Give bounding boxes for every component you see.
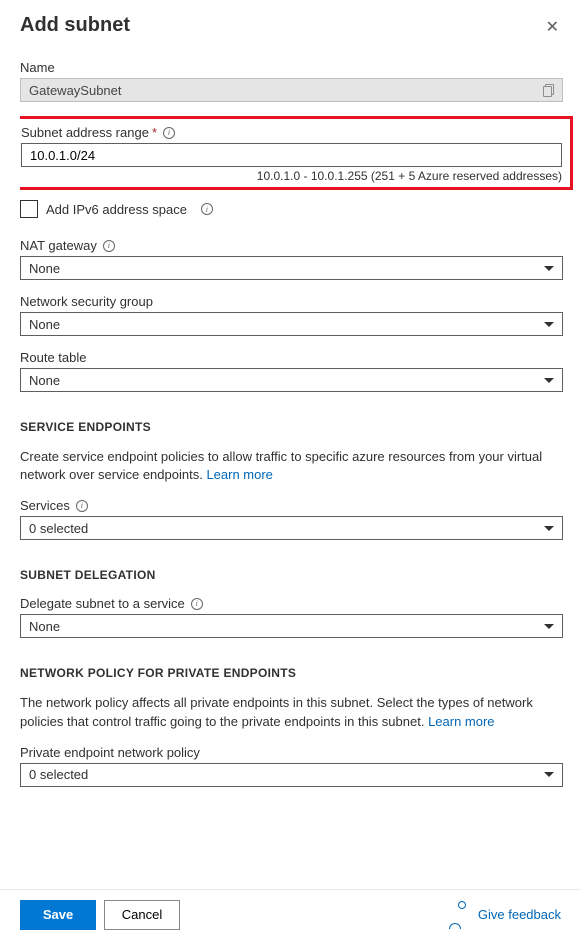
ipv6-checkbox[interactable] [20, 200, 38, 218]
service-endpoints-heading: SERVICE ENDPOINTS [20, 420, 563, 434]
feedback-icon [458, 900, 472, 930]
subnet-delegation-heading: SUBNET DELEGATION [20, 568, 563, 582]
delegate-label: Delegate subnet to a service [20, 596, 185, 611]
footer-bar: Save Cancel Give feedback [0, 889, 581, 939]
chevron-down-icon [544, 772, 554, 777]
nsg-value: None [29, 317, 60, 332]
chevron-down-icon [544, 624, 554, 629]
subnet-range-label: Subnet address range [21, 125, 149, 140]
info-icon[interactable]: i [76, 500, 88, 512]
nat-gateway-select[interactable]: None [20, 256, 563, 280]
cancel-button[interactable]: Cancel [104, 900, 180, 930]
subnet-range-input[interactable] [21, 143, 562, 167]
nat-gateway-value: None [29, 261, 60, 276]
learn-more-link[interactable]: Learn more [206, 467, 272, 482]
name-label: Name [20, 60, 563, 75]
copy-icon[interactable] [543, 84, 554, 96]
required-asterisk: * [152, 125, 157, 140]
give-feedback-link[interactable]: Give feedback [458, 900, 561, 930]
nsg-label: Network security group [20, 294, 563, 309]
pe-policy-select[interactable]: 0 selected [20, 763, 563, 787]
nat-gateway-label: NAT gateway [20, 238, 97, 253]
pe-policy-value: 0 selected [29, 767, 88, 782]
service-endpoints-desc: Create service endpoint policies to allo… [20, 448, 563, 484]
pe-policy-label: Private endpoint network policy [20, 745, 563, 760]
services-select[interactable]: 0 selected [20, 516, 563, 540]
info-icon[interactable]: i [103, 240, 115, 252]
close-icon[interactable]: ✕ [542, 18, 563, 38]
panel-title: Add subnet [20, 14, 130, 37]
services-value: 0 selected [29, 521, 88, 536]
form-scroll[interactable]: Name GatewaySubnet Subnet address range … [20, 60, 575, 889]
network-policy-heading: NETWORK POLICY FOR PRIVATE ENDPOINTS [20, 666, 563, 680]
route-table-value: None [29, 373, 60, 388]
chevron-down-icon [544, 526, 554, 531]
name-readonly-field: GatewaySubnet [20, 78, 563, 102]
subnet-range-highlight: Subnet address range * i 10.0.1.0 - 10.0… [20, 116, 573, 190]
network-policy-desc: The network policy affects all private e… [20, 694, 563, 730]
learn-more-link[interactable]: Learn more [428, 714, 494, 729]
route-table-label: Route table [20, 350, 563, 365]
delegate-value: None [29, 619, 60, 634]
ipv6-label: Add IPv6 address space [46, 202, 187, 217]
info-icon[interactable]: i [191, 598, 203, 610]
route-table-select[interactable]: None [20, 368, 563, 392]
chevron-down-icon [544, 322, 554, 327]
chevron-down-icon [544, 266, 554, 271]
nsg-select[interactable]: None [20, 312, 563, 336]
info-icon[interactable]: i [163, 127, 175, 139]
subnet-range-hint: 10.0.1.0 - 10.0.1.255 (251 + 5 Azure res… [21, 169, 562, 183]
delegate-select[interactable]: None [20, 614, 563, 638]
chevron-down-icon [544, 378, 554, 383]
services-label: Services [20, 498, 70, 513]
name-value: GatewaySubnet [29, 83, 122, 98]
save-button[interactable]: Save [20, 900, 96, 930]
info-icon[interactable]: i [201, 203, 213, 215]
